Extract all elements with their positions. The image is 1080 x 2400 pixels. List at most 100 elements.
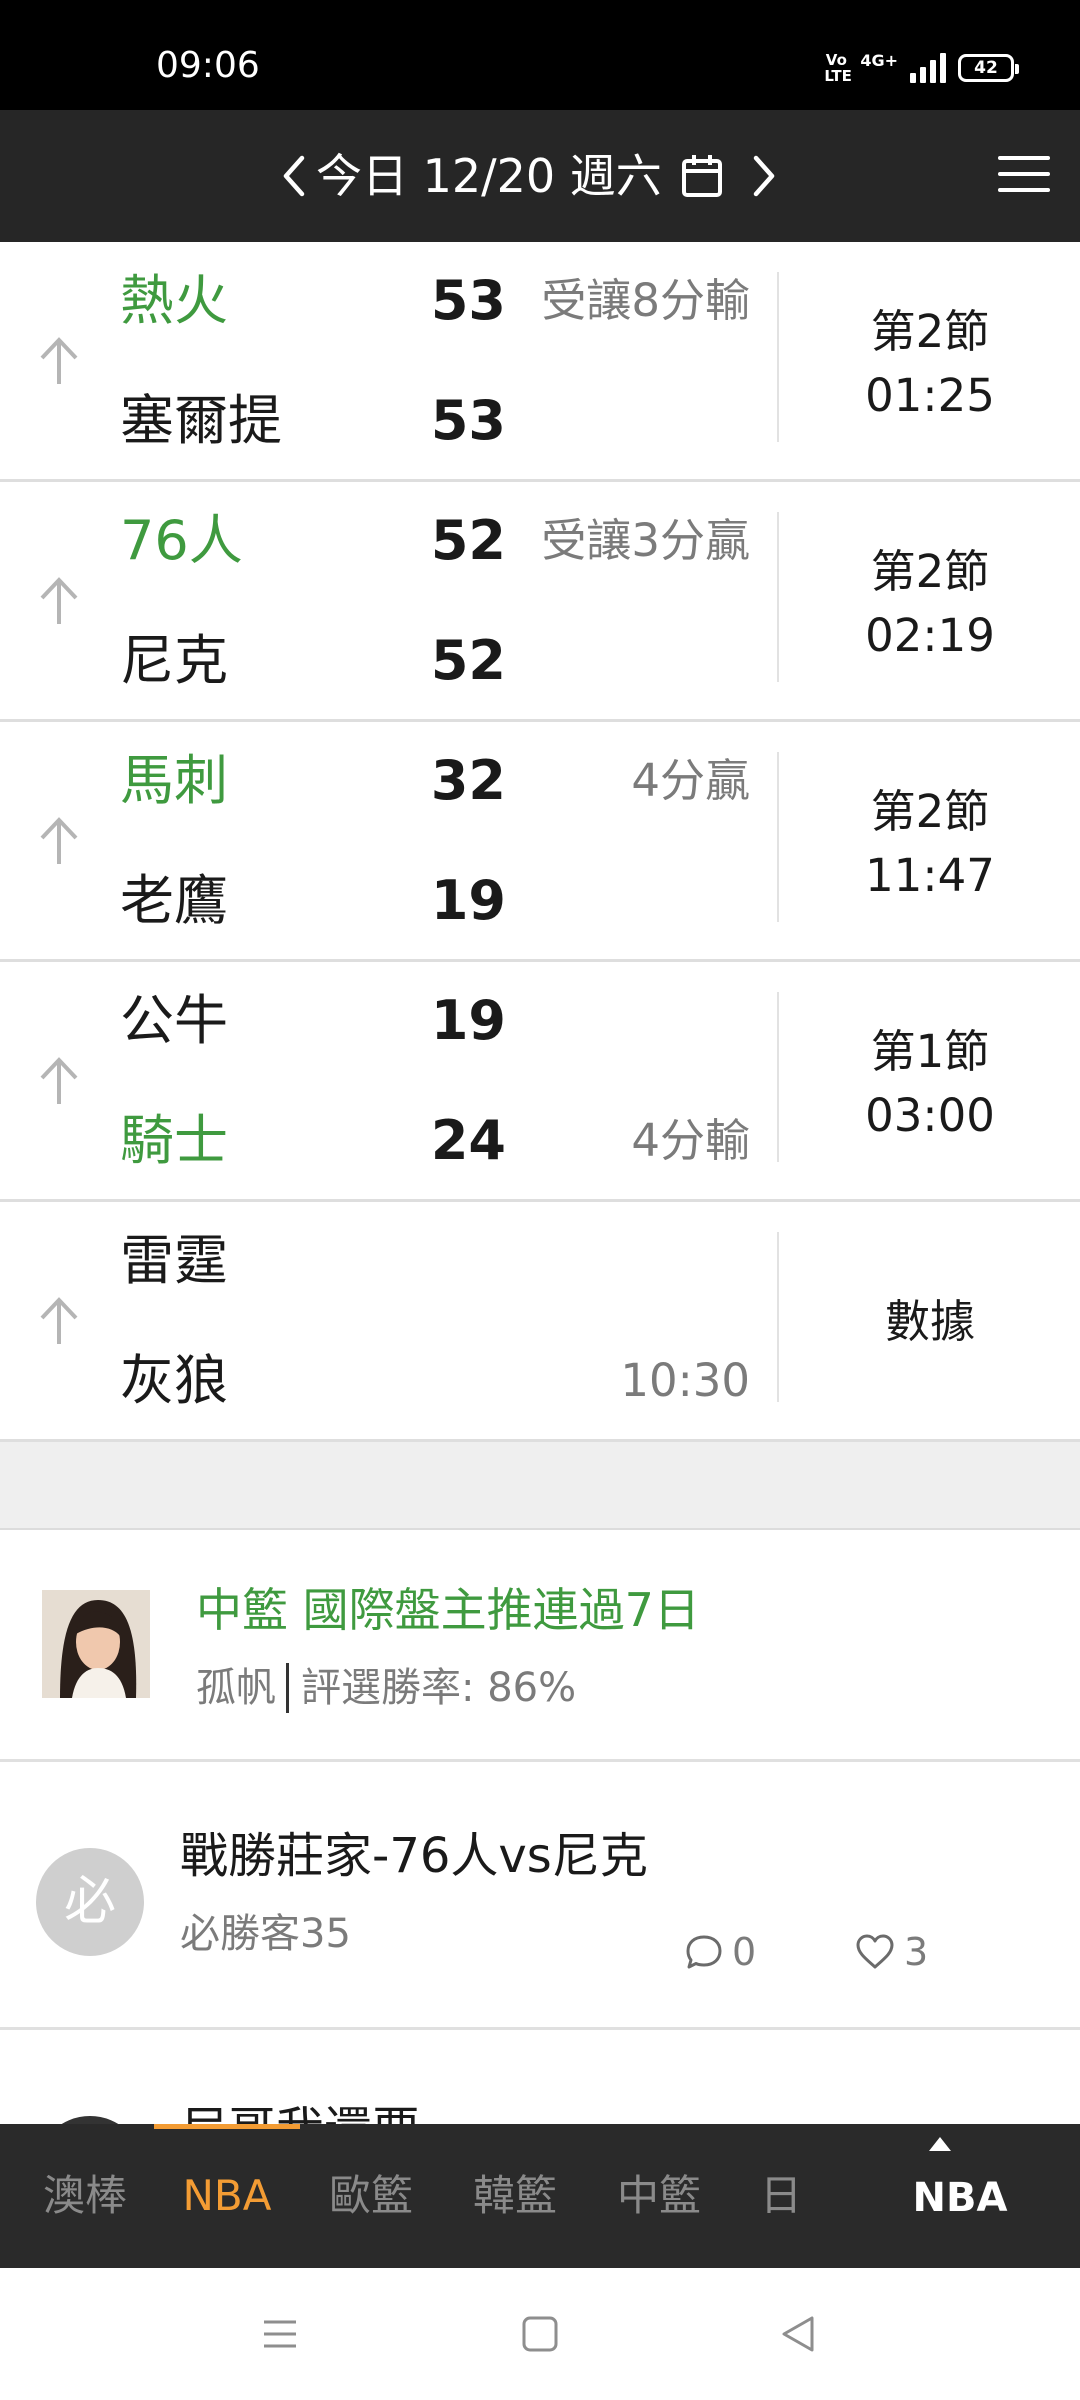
handicap-result: 受讓8分輸 xyxy=(541,274,750,327)
expert-pick-title[interactable]: 中籃 國際盤主推連過7日 xyxy=(196,1578,700,1642)
game-row[interactable]: 熱火 53 受讓8分輸 塞爾提 53 第2節 01:25 xyxy=(0,242,1080,482)
current-league-selector[interactable]: NBA xyxy=(880,2166,1040,2230)
home-team-name: 公牛 xyxy=(120,989,228,1052)
post-title[interactable]: 尼哥我還要 xyxy=(180,2098,420,2124)
comment-count[interactable]: 0 xyxy=(684,1924,756,1980)
arrow-up-icon[interactable] xyxy=(34,812,84,872)
game-clock: 11:47 xyxy=(865,849,995,902)
divider xyxy=(777,752,779,922)
home-team-name: 熱火 xyxy=(120,269,228,332)
system-navigation-bar xyxy=(0,2268,1080,2400)
author-avatar xyxy=(36,2116,144,2124)
forum-post[interactable]: 尼哥我還要 xyxy=(0,2030,1080,2124)
game-row[interactable]: 馬刺 32 4分贏 老鷹 19 第2節 11:47 xyxy=(0,722,1080,962)
comment-icon xyxy=(686,1935,722,1969)
handicap-result: 受讓3分贏 xyxy=(541,514,750,567)
divider xyxy=(777,512,779,682)
app-header: 今日 12/20 週六 xyxy=(0,110,1080,242)
away-team-name: 老鷹 xyxy=(120,869,228,932)
divider xyxy=(777,1232,779,1402)
game-status: 第2節 11:47 xyxy=(780,780,1080,908)
away-team-name: 灰狼 xyxy=(120,1349,228,1412)
home-team-score: 32 xyxy=(430,749,506,812)
arrow-up-icon[interactable] xyxy=(34,332,84,392)
handicap-result: 4分贏 xyxy=(631,754,750,807)
away-team-name: 騎士 xyxy=(120,1109,228,1172)
stats-link[interactable]: 數據 xyxy=(780,1290,1080,1354)
prev-day-icon[interactable] xyxy=(280,154,306,198)
game-status: 第1節 03:00 xyxy=(780,1020,1080,1148)
expert-pick-card[interactable]: 中籃 國際盤主推連過7日 孤帆 評選勝率: 86% xyxy=(0,1530,1080,1762)
away-team-score: 24 xyxy=(430,1109,506,1172)
forum-post[interactable]: 必 戰勝莊家-76人vs尼克 必勝客35 0 3 xyxy=(0,1762,1080,2030)
expert-avatar xyxy=(42,1590,150,1698)
game-clock: 01:25 xyxy=(865,369,995,422)
game-period: 第2節 xyxy=(870,785,990,838)
tab-japan[interactable]: 日 xyxy=(756,2164,806,2228)
post-author: 必勝客35 xyxy=(180,1911,351,1957)
tab-euro-basketball[interactable]: 歐籃 xyxy=(324,2164,418,2228)
home-nav-icon[interactable] xyxy=(518,2312,562,2356)
away-team-name: 尼克 xyxy=(120,629,228,692)
home-team-score: 53 xyxy=(430,269,506,332)
game-clock: 02:19 xyxy=(865,609,995,662)
like-count[interactable]: 3 xyxy=(854,1924,928,1980)
game-period: 第2節 xyxy=(870,305,990,358)
home-team-score: 19 xyxy=(430,989,506,1052)
away-team-score: 53 xyxy=(430,389,506,452)
divider xyxy=(286,1663,289,1713)
post-title[interactable]: 戰勝莊家-76人vs尼克 xyxy=(180,1824,648,1888)
league-tab-bar: 澳棒 NBA 歐籃 韓籃 中籃 日 NBA xyxy=(0,2124,1080,2268)
date-navigator: 今日 12/20 週六 xyxy=(280,144,778,208)
game-start-time: 10:30 xyxy=(620,1354,750,1407)
away-team-name: 塞爾提 xyxy=(120,389,282,452)
menu-icon[interactable] xyxy=(998,156,1050,196)
home-team-name: 76人 xyxy=(120,509,243,572)
game-list: 熱火 53 受讓8分輸 塞爾提 53 第2節 01:25 76人 52 受讓3分… xyxy=(0,242,1080,1442)
arrow-up-icon[interactable] xyxy=(34,572,84,632)
battery-icon: 42 xyxy=(958,54,1019,82)
tab-nba[interactable]: NBA xyxy=(180,2164,274,2228)
arrow-up-icon[interactable] xyxy=(34,1052,84,1112)
current-date[interactable]: 今日 12/20 週六 xyxy=(316,144,662,208)
network-type: 4G+ xyxy=(860,50,898,70)
arrow-up-icon[interactable] xyxy=(34,1292,84,1352)
away-team-score: 52 xyxy=(430,629,506,692)
signal-icon xyxy=(910,53,946,83)
game-period: 第2節 xyxy=(870,545,990,598)
game-status: 第2節 02:19 xyxy=(780,540,1080,668)
game-clock: 03:00 xyxy=(865,1089,995,1142)
heart-icon xyxy=(856,1934,894,1969)
caret-up-icon[interactable] xyxy=(928,2136,952,2152)
tab-china-basketball[interactable]: 中籃 xyxy=(612,2164,706,2228)
comment-count-value: 0 xyxy=(732,1930,757,1974)
home-team-name: 雷霆 xyxy=(120,1229,228,1292)
author-avatar: 必 xyxy=(36,1848,144,1956)
like-count-value: 3 xyxy=(904,1930,929,1974)
tab-aus-baseball[interactable]: 澳棒 xyxy=(38,2164,132,2228)
calendar-icon[interactable] xyxy=(680,153,724,199)
game-status[interactable]: 數據 xyxy=(780,1290,1080,1354)
game-row[interactable]: 雷霆 灰狼 10:30 數據 xyxy=(0,1202,1080,1442)
game-status: 第2節 01:25 xyxy=(780,300,1080,428)
game-period: 第1節 xyxy=(870,1025,990,1078)
divider xyxy=(777,992,779,1162)
game-row[interactable]: 公牛 19 騎士 24 4分輸 第1節 03:00 xyxy=(0,962,1080,1202)
back-nav-icon[interactable] xyxy=(776,2312,820,2356)
game-row[interactable]: 76人 52 受讓3分贏 尼克 52 第2節 02:19 xyxy=(0,482,1080,722)
tab-korea-basketball[interactable]: 韓籃 xyxy=(468,2164,562,2228)
section-separator xyxy=(0,1442,1080,1530)
away-team-score: 19 xyxy=(430,869,506,932)
menu-nav-icon[interactable] xyxy=(258,2312,302,2356)
status-time: 09:06 xyxy=(156,45,260,86)
home-team-name: 馬刺 xyxy=(120,749,228,812)
status-bar: 09:06 Vo LTE 4G+ 42 xyxy=(0,0,1080,110)
expert-win-rate: 評選勝率: 86% xyxy=(301,1665,577,1711)
handicap-result: 4分輸 xyxy=(631,1114,750,1167)
expert-info: 孤帆 評選勝率: 86% xyxy=(196,1660,576,1716)
divider xyxy=(777,272,779,442)
active-tab-indicator xyxy=(154,2124,300,2129)
expert-name: 孤帆 xyxy=(196,1665,276,1711)
next-day-icon[interactable] xyxy=(752,154,778,198)
home-team-score: 52 xyxy=(430,509,506,572)
